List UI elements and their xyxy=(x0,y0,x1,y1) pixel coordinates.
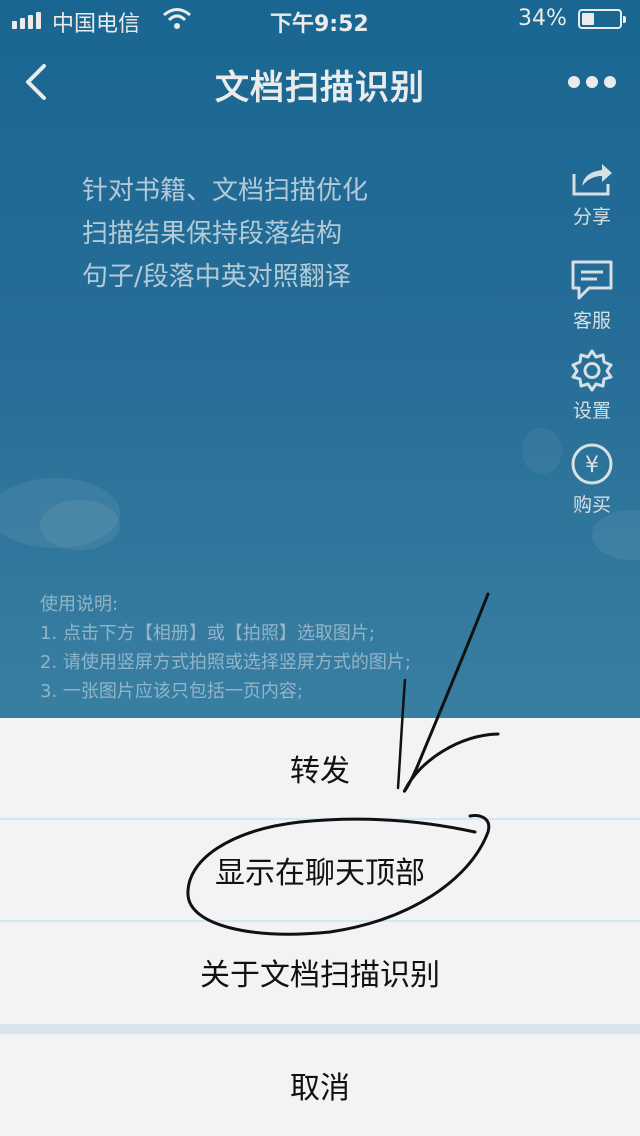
action-sheet: 转发 显示在聊天顶部 关于文档扫描识别 取消 xyxy=(0,718,640,1136)
forward-option[interactable]: 转发 xyxy=(0,718,640,818)
about-option[interactable]: 关于文档扫描识别 xyxy=(0,922,640,1022)
cancel-button[interactable]: 取消 xyxy=(0,1034,640,1136)
sheet-gap xyxy=(0,1024,640,1034)
show-on-chat-top-option[interactable]: 显示在聊天顶部 xyxy=(0,820,640,920)
app-screen: 中国电信 下午9:52 34% 文档扫描识别 针对书籍、文档扫描优化 扫描结果保… xyxy=(0,0,640,1136)
